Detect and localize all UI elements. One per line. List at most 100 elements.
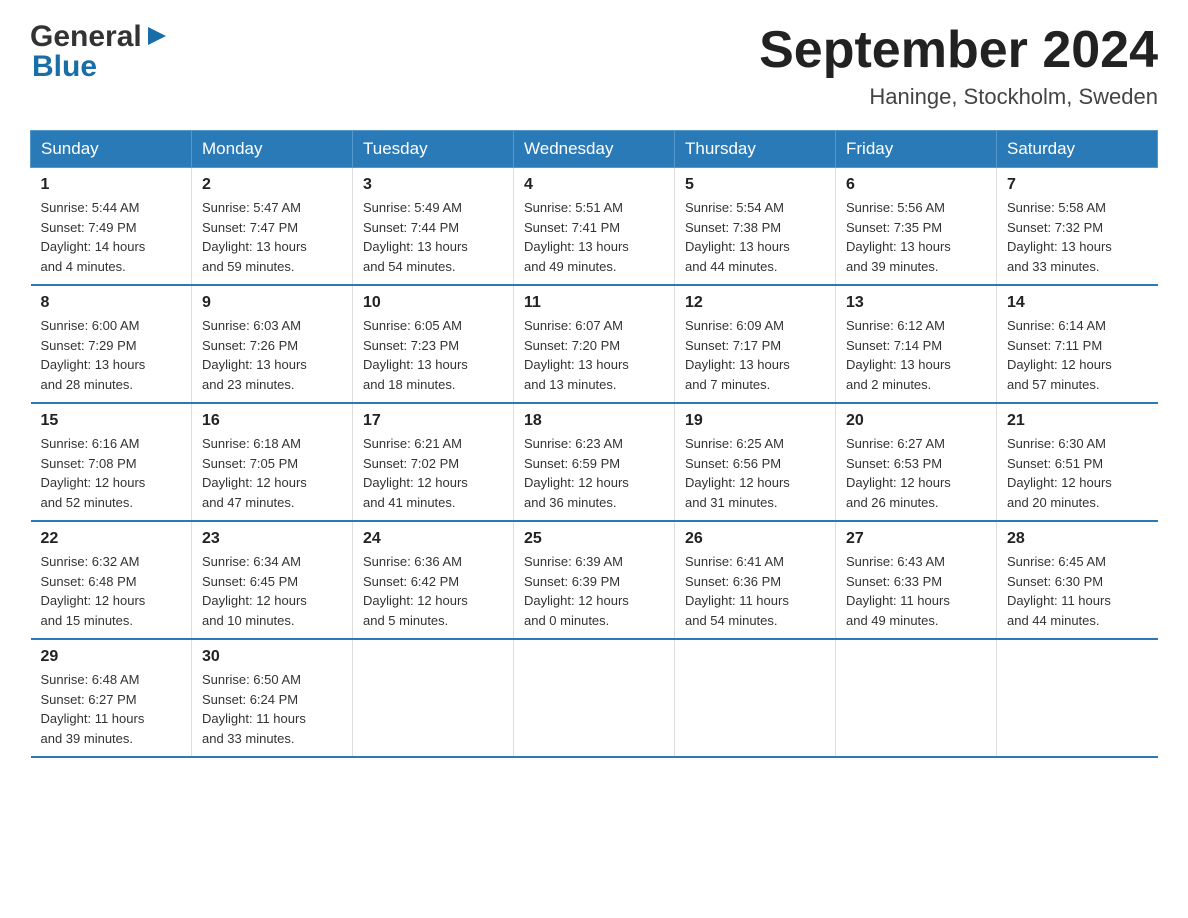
day-info: Sunrise: 6:09 AM Sunset: 7:17 PM Dayligh… <box>685 316 825 394</box>
calendar-cell: 19 Sunrise: 6:25 AM Sunset: 6:56 PM Dayli… <box>675 403 836 521</box>
day-info: Sunrise: 6:48 AM Sunset: 6:27 PM Dayligh… <box>41 670 182 748</box>
logo-general-text: General <box>30 20 142 54</box>
logo-chevron-icon <box>146 25 168 52</box>
day-number: 16 <box>202 412 342 430</box>
calendar-week-3: 15 Sunrise: 6:16 AM Sunset: 7:08 PM Dayli… <box>31 403 1158 521</box>
day-number: 10 <box>363 294 503 312</box>
day-number: 25 <box>524 530 664 548</box>
day-number: 18 <box>524 412 664 430</box>
day-number: 3 <box>363 176 503 194</box>
day-number: 24 <box>363 530 503 548</box>
day-info: Sunrise: 6:03 AM Sunset: 7:26 PM Dayligh… <box>202 316 342 394</box>
day-number: 9 <box>202 294 342 312</box>
day-info: Sunrise: 6:41 AM Sunset: 6:36 PM Dayligh… <box>685 552 825 630</box>
day-number: 23 <box>202 530 342 548</box>
calendar-cell: 16 Sunrise: 6:18 AM Sunset: 7:05 PM Dayli… <box>192 403 353 521</box>
day-info: Sunrise: 5:51 AM Sunset: 7:41 PM Dayligh… <box>524 198 664 276</box>
day-number: 17 <box>363 412 503 430</box>
day-info: Sunrise: 6:27 AM Sunset: 6:53 PM Dayligh… <box>846 434 986 512</box>
calendar-week-2: 8 Sunrise: 6:00 AM Sunset: 7:29 PM Daylig… <box>31 285 1158 403</box>
weekday-header-monday: Monday <box>192 131 353 168</box>
day-info: Sunrise: 5:56 AM Sunset: 7:35 PM Dayligh… <box>846 198 986 276</box>
calendar-cell <box>675 639 836 757</box>
calendar-cell: 30Sunrise: 6:50 AM Sunset: 6:24 PM Dayli… <box>192 639 353 757</box>
day-number: 20 <box>846 412 986 430</box>
title-section: September 2024 Haninge, Stockholm, Swede… <box>759 20 1158 110</box>
calendar-cell: 7Sunrise: 5:58 AM Sunset: 7:32 PM Daylig… <box>997 168 1158 286</box>
calendar-cell: 10 Sunrise: 6:05 AM Sunset: 7:23 PM Dayli… <box>353 285 514 403</box>
calendar-cell: 12 Sunrise: 6:09 AM Sunset: 7:17 PM Dayli… <box>675 285 836 403</box>
weekday-header-sunday: Sunday <box>31 131 192 168</box>
day-number: 27 <box>846 530 986 548</box>
day-number: 12 <box>685 294 825 312</box>
day-info: Sunrise: 6:43 AM Sunset: 6:33 PM Dayligh… <box>846 552 986 630</box>
logo: General Blue <box>30 20 168 84</box>
day-number: 14 <box>1007 294 1148 312</box>
calendar-cell: 8 Sunrise: 6:00 AM Sunset: 7:29 PM Daylig… <box>31 285 192 403</box>
weekday-header-tuesday: Tuesday <box>353 131 514 168</box>
calendar-cell: 5Sunrise: 5:54 AM Sunset: 7:38 PM Daylig… <box>675 168 836 286</box>
calendar-cell: 22 Sunrise: 6:32 AM Sunset: 6:48 PM Dayli… <box>31 521 192 639</box>
day-info: Sunrise: 6:14 AM Sunset: 7:11 PM Dayligh… <box>1007 316 1148 394</box>
day-info: Sunrise: 5:54 AM Sunset: 7:38 PM Dayligh… <box>685 198 825 276</box>
calendar-cell: 13 Sunrise: 6:12 AM Sunset: 7:14 PM Dayli… <box>836 285 997 403</box>
calendar-subtitle: Haninge, Stockholm, Sweden <box>759 84 1158 110</box>
day-number: 26 <box>685 530 825 548</box>
day-number: 1 <box>41 176 182 194</box>
calendar-cell <box>836 639 997 757</box>
calendar-cell: 14 Sunrise: 6:14 AM Sunset: 7:11 PM Dayli… <box>997 285 1158 403</box>
day-number: 29 <box>41 648 182 666</box>
calendar-cell: 20 Sunrise: 6:27 AM Sunset: 6:53 PM Dayli… <box>836 403 997 521</box>
day-number: 28 <box>1007 530 1148 548</box>
day-info: Sunrise: 5:49 AM Sunset: 7:44 PM Dayligh… <box>363 198 503 276</box>
day-number: 15 <box>41 412 182 430</box>
day-info: Sunrise: 6:32 AM Sunset: 6:48 PM Dayligh… <box>41 552 182 630</box>
day-info: Sunrise: 5:44 AM Sunset: 7:49 PM Dayligh… <box>41 198 182 276</box>
calendar-title: September 2024 <box>759 20 1158 80</box>
calendar-cell: 23 Sunrise: 6:34 AM Sunset: 6:45 PM Dayli… <box>192 521 353 639</box>
calendar-cell: 21Sunrise: 6:30 AM Sunset: 6:51 PM Dayli… <box>997 403 1158 521</box>
day-info: Sunrise: 6:30 AM Sunset: 6:51 PM Dayligh… <box>1007 434 1148 512</box>
day-info: Sunrise: 6:12 AM Sunset: 7:14 PM Dayligh… <box>846 316 986 394</box>
weekday-header-saturday: Saturday <box>997 131 1158 168</box>
calendar-cell: 26 Sunrise: 6:41 AM Sunset: 6:36 PM Dayli… <box>675 521 836 639</box>
day-number: 22 <box>41 530 182 548</box>
logo-blue-text: Blue <box>32 50 97 83</box>
day-info: Sunrise: 6:50 AM Sunset: 6:24 PM Dayligh… <box>202 670 342 748</box>
calendar-cell: 28Sunrise: 6:45 AM Sunset: 6:30 PM Dayli… <box>997 521 1158 639</box>
day-number: 2 <box>202 176 342 194</box>
day-info: Sunrise: 6:23 AM Sunset: 6:59 PM Dayligh… <box>524 434 664 512</box>
weekday-header-thursday: Thursday <box>675 131 836 168</box>
day-info: Sunrise: 6:21 AM Sunset: 7:02 PM Dayligh… <box>363 434 503 512</box>
calendar-week-4: 22 Sunrise: 6:32 AM Sunset: 6:48 PM Dayli… <box>31 521 1158 639</box>
day-info: Sunrise: 6:25 AM Sunset: 6:56 PM Dayligh… <box>685 434 825 512</box>
day-number: 8 <box>41 294 182 312</box>
day-info: Sunrise: 6:18 AM Sunset: 7:05 PM Dayligh… <box>202 434 342 512</box>
weekday-header-row: SundayMondayTuesdayWednesdayThursdayFrid… <box>31 131 1158 168</box>
calendar-cell: 15 Sunrise: 6:16 AM Sunset: 7:08 PM Dayli… <box>31 403 192 521</box>
calendar-cell: 17 Sunrise: 6:21 AM Sunset: 7:02 PM Dayli… <box>353 403 514 521</box>
calendar-cell: 18 Sunrise: 6:23 AM Sunset: 6:59 PM Dayli… <box>514 403 675 521</box>
weekday-header-friday: Friday <box>836 131 997 168</box>
day-number: 4 <box>524 176 664 194</box>
day-info: Sunrise: 6:34 AM Sunset: 6:45 PM Dayligh… <box>202 552 342 630</box>
day-info: Sunrise: 6:00 AM Sunset: 7:29 PM Dayligh… <box>41 316 182 394</box>
calendar-cell: 27 Sunrise: 6:43 AM Sunset: 6:33 PM Dayli… <box>836 521 997 639</box>
day-info: Sunrise: 5:47 AM Sunset: 7:47 PM Dayligh… <box>202 198 342 276</box>
day-number: 19 <box>685 412 825 430</box>
day-number: 6 <box>846 176 986 194</box>
day-number: 7 <box>1007 176 1148 194</box>
day-info: Sunrise: 6:39 AM Sunset: 6:39 PM Dayligh… <box>524 552 664 630</box>
day-info: Sunrise: 6:05 AM Sunset: 7:23 PM Dayligh… <box>363 316 503 394</box>
day-info: Sunrise: 6:16 AM Sunset: 7:08 PM Dayligh… <box>41 434 182 512</box>
calendar-cell: 4 Sunrise: 5:51 AM Sunset: 7:41 PM Daylig… <box>514 168 675 286</box>
calendar-cell <box>353 639 514 757</box>
calendar-cell: 29 Sunrise: 6:48 AM Sunset: 6:27 PM Dayli… <box>31 639 192 757</box>
calendar-cell <box>514 639 675 757</box>
day-number: 13 <box>846 294 986 312</box>
day-info: Sunrise: 6:36 AM Sunset: 6:42 PM Dayligh… <box>363 552 503 630</box>
calendar-week-1: 1 Sunrise: 5:44 AM Sunset: 7:49 PM Daylig… <box>31 168 1158 286</box>
calendar-cell: 1 Sunrise: 5:44 AM Sunset: 7:49 PM Daylig… <box>31 168 192 286</box>
calendar-cell: 25 Sunrise: 6:39 AM Sunset: 6:39 PM Dayli… <box>514 521 675 639</box>
calendar-cell: 11Sunrise: 6:07 AM Sunset: 7:20 PM Dayli… <box>514 285 675 403</box>
